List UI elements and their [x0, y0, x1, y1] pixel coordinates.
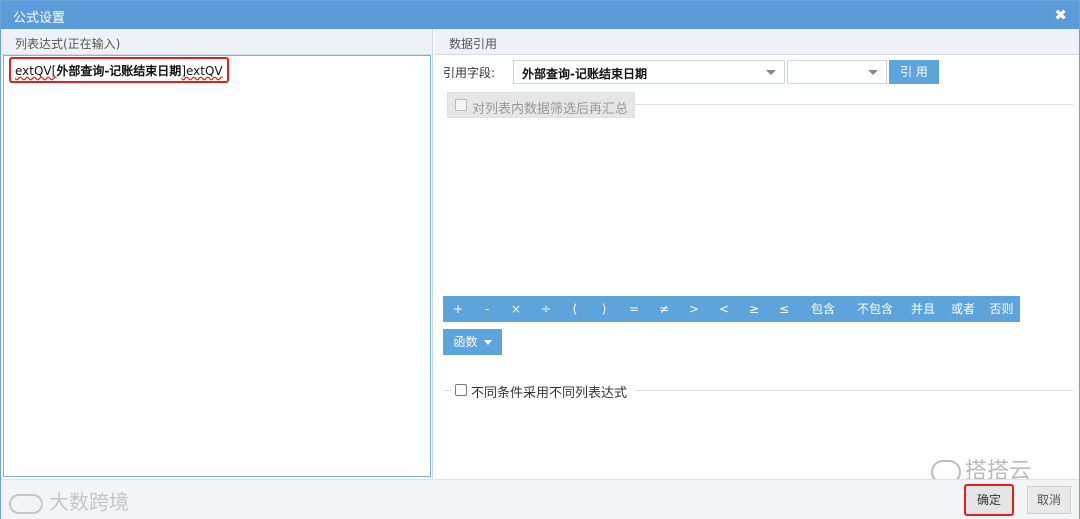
reference-field-value: 外部查询-记账结束日期	[522, 67, 647, 81]
expression-field: 外部查询-记账结束日期	[56, 64, 182, 78]
dialog-title: 公式设置	[13, 11, 66, 26]
cancel-button[interactable]: 取消	[1027, 486, 1071, 514]
expression-prefix: extQV[	[15, 64, 57, 78]
operator-minus-button[interactable]: -	[473, 296, 501, 322]
operator-divide-button[interactable]: ÷	[531, 296, 561, 322]
operator-toolbar: + - × ÷ ( ) = ≠ > < ≥ ≤ 包含 不包含 并且 或者 否则	[443, 296, 1020, 322]
filter-checkbox-label: 对列表内数据筛选后再汇总	[472, 102, 629, 117]
data-reference-header: 数据引用	[435, 29, 1079, 55]
chevron-down-icon	[868, 70, 878, 75]
expression-text[interactable]: extQV[外部查询-记账结束日期]extQV	[9, 57, 229, 83]
operator-equal-button[interactable]: =	[619, 296, 649, 322]
filter-then-sum-option: 对列表内数据筛选后再汇总	[447, 92, 635, 118]
operator-greater-equal-button[interactable]: ≥	[739, 296, 769, 322]
dialog-titlebar: 公式设置 ✖	[1, 1, 1079, 29]
operator-close-paren-button[interactable]: )	[589, 296, 619, 322]
operator-multiply-button[interactable]: ×	[501, 296, 531, 322]
reference-subfield-select[interactable]	[787, 60, 887, 84]
filter-checkbox[interactable]	[455, 99, 467, 111]
caret-down-icon	[483, 340, 492, 345]
ok-button[interactable]: 确定	[964, 484, 1014, 516]
divider	[635, 104, 1073, 105]
condition-checkbox-label: 不同条件采用不同列表达式	[471, 386, 628, 401]
condition-checkbox[interactable]	[455, 384, 467, 396]
operator-plus-button[interactable]: +	[443, 296, 473, 322]
divider	[635, 390, 1073, 391]
data-reference-title: 数据引用	[449, 37, 498, 51]
operator-open-paren-button[interactable]: (	[561, 296, 589, 322]
operator-greater-button[interactable]: >	[679, 296, 709, 322]
reference-button[interactable]: 引 用	[889, 60, 939, 84]
watermark-left-text: 大数跨境	[49, 490, 129, 514]
reference-field-select[interactable]: 外部查询-记账结束日期	[513, 60, 785, 84]
expression-pane-header: 列表达式(正在输入)	[1, 29, 432, 55]
operator-not-equal-button[interactable]: ≠	[649, 296, 679, 322]
operator-contains-button[interactable]: 包含	[799, 296, 847, 322]
data-reference-pane: 数据引用 引用字段: 外部查询-记账结束日期 引 用 对列表内数据筛选后再汇总 …	[435, 29, 1079, 479]
divider	[443, 390, 451, 391]
weibo-icon	[9, 493, 43, 514]
expression-editor[interactable]: extQV[外部查询-记账结束日期]extQV	[3, 55, 431, 477]
watermark-left: 大数跨境	[9, 486, 129, 515]
operator-less-equal-button[interactable]: ≤	[769, 296, 799, 322]
dialog-footer: 大数跨境 确定 取消	[1, 479, 1079, 519]
function-button-label: 函数	[453, 335, 478, 349]
operator-else-button[interactable]: 否则	[983, 296, 1020, 322]
operator-less-button[interactable]: <	[709, 296, 739, 322]
expression-suffix: ]extQV	[181, 64, 223, 78]
operator-not-contains-button[interactable]: 不包含	[847, 296, 903, 322]
expression-pane-title: 列表达式(正在输入)	[15, 37, 121, 51]
formula-settings-dialog: 公式设置 ✖ 列表达式(正在输入) extQV[外部查询-记账结束日期]extQ…	[0, 0, 1080, 519]
chevron-down-icon	[766, 70, 776, 75]
operator-and-button[interactable]: 并且	[903, 296, 943, 322]
expression-pane: 列表达式(正在输入) extQV[外部查询-记账结束日期]extQV	[1, 29, 433, 479]
condition-option-row: 不同条件采用不同列表达式	[443, 381, 1073, 401]
function-dropdown-button[interactable]: 函数	[443, 329, 502, 355]
close-icon[interactable]: ✖	[1054, 6, 1067, 24]
operator-or-button[interactable]: 或者	[943, 296, 983, 322]
reference-field-label: 引用字段:	[443, 66, 496, 80]
